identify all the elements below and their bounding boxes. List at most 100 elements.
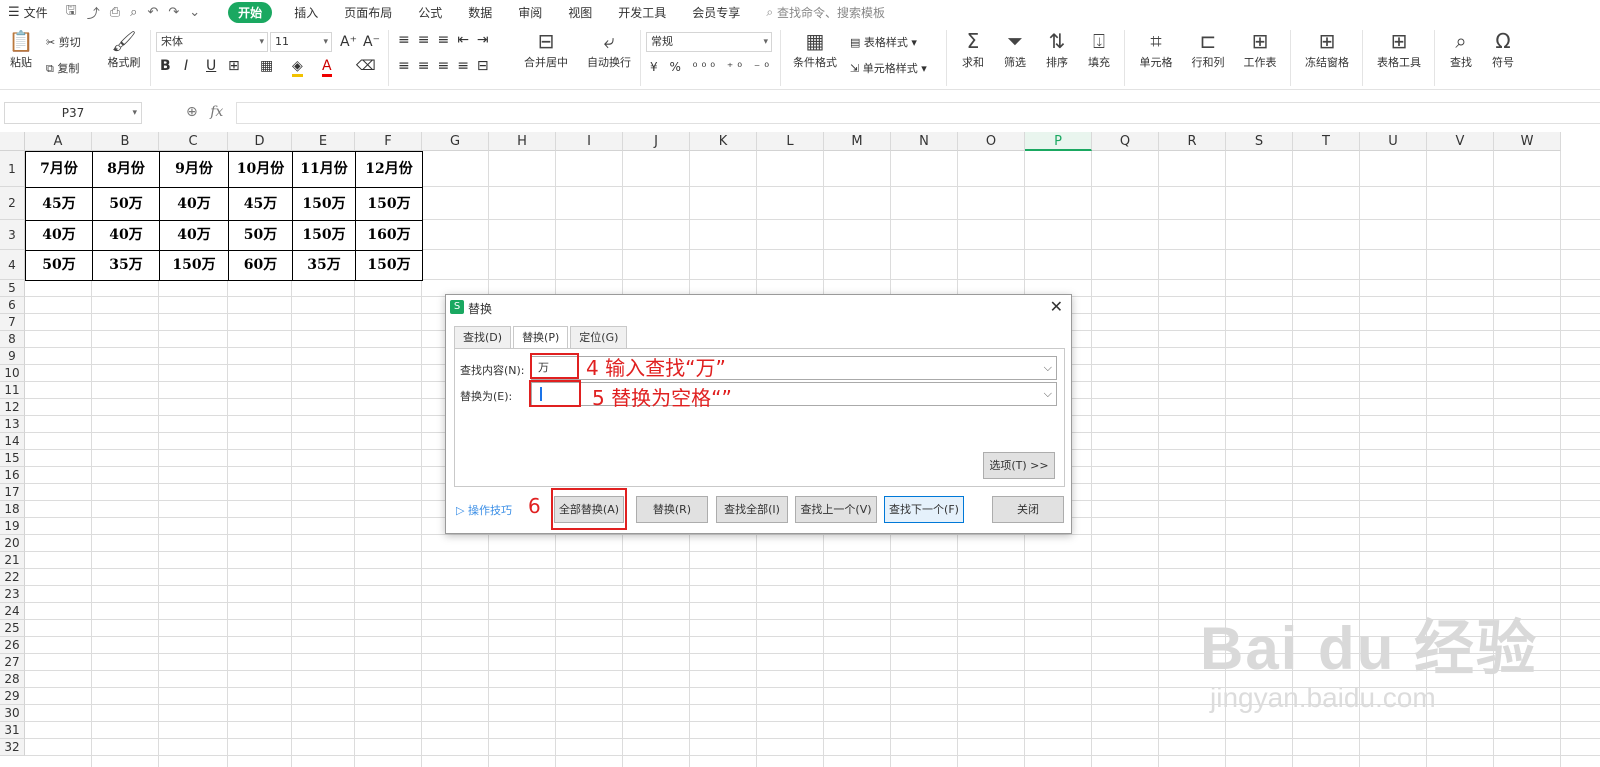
select-all-corner[interactable] xyxy=(0,132,25,151)
table-cell[interactable]: 50万 xyxy=(92,187,160,221)
row-header-25[interactable]: 25 xyxy=(0,620,25,637)
customize-icon[interactable]: ⌄ xyxy=(189,5,200,20)
row-header-8[interactable]: 8 xyxy=(0,331,25,348)
table-tools-button[interactable]: ⊞ 表格工具 xyxy=(1372,28,1426,70)
tab-goto[interactable]: 定位(G) xyxy=(570,326,628,348)
tips-link[interactable]: ▷ 操作技巧 xyxy=(456,502,512,518)
table-cell[interactable]: 35万 xyxy=(92,250,160,281)
row-header-3[interactable]: 3 xyxy=(0,220,25,250)
row-header-10[interactable]: 10 xyxy=(0,365,25,382)
table-cell[interactable]: 9月份 xyxy=(159,151,229,188)
freeze-panes-button[interactable]: ⊞ 冻结窗格 xyxy=(1300,28,1354,70)
column-header-m[interactable]: M xyxy=(824,132,891,151)
column-header-c[interactable]: C xyxy=(159,132,228,151)
symbol-button[interactable]: Ω 符号 xyxy=(1486,28,1520,70)
row-header-20[interactable]: 20 xyxy=(0,535,25,552)
number-format-icons[interactable]: ¥ % ⁰⁰⁰ ⁺⁰ ⁻⁰ xyxy=(650,60,773,74)
fill-pattern-icon[interactable]: ▦ xyxy=(260,58,273,74)
column-header-r[interactable]: R xyxy=(1159,132,1226,151)
align-bottom-row[interactable]: ≡≡≡≡⊟ xyxy=(398,58,497,74)
column-header-v[interactable]: V xyxy=(1427,132,1494,151)
table-cell[interactable]: 160万 xyxy=(355,220,423,251)
hamburger-icon[interactable]: ☰ xyxy=(8,5,20,20)
row-header-28[interactable]: 28 xyxy=(0,671,25,688)
row-header-21[interactable]: 21 xyxy=(0,552,25,569)
tab-view[interactable]: 视图 xyxy=(568,4,592,21)
tab-insert[interactable]: 插入 xyxy=(294,4,318,21)
column-header-j[interactable]: J xyxy=(623,132,690,151)
formula-input[interactable] xyxy=(236,102,1600,124)
tab-home[interactable]: 开始 xyxy=(228,1,273,23)
wrap-text-button[interactable]: ⤶ 自动换行 xyxy=(584,28,634,70)
fill-color-icon[interactable]: ◈ xyxy=(292,58,303,77)
tab-review[interactable]: 审阅 xyxy=(518,4,542,21)
column-header-e[interactable]: E xyxy=(292,132,355,151)
column-header-f[interactable]: F xyxy=(355,132,422,151)
row-header-12[interactable]: 12 xyxy=(0,399,25,416)
row-header-4[interactable]: 4 xyxy=(0,250,25,280)
column-header-q[interactable]: Q xyxy=(1092,132,1159,151)
tab-page-layout[interactable]: 页面布局 xyxy=(344,4,392,21)
bold-icon[interactable]: B xyxy=(160,58,171,74)
table-cell[interactable]: 35万 xyxy=(292,250,356,281)
row-header-19[interactable]: 19 xyxy=(0,518,25,535)
cut-button[interactable]: ✂ 剪切 xyxy=(46,34,81,50)
row-header-2[interactable]: 2 xyxy=(0,187,25,220)
column-header-k[interactable]: K xyxy=(690,132,757,151)
column-header-p[interactable]: P xyxy=(1025,132,1092,151)
row-header-26[interactable]: 26 xyxy=(0,637,25,654)
copy-button[interactable]: ⧉ 复制 xyxy=(46,60,79,76)
paste-button[interactable]: 📋 粘贴 xyxy=(6,28,36,70)
row-header-11[interactable]: 11 xyxy=(0,382,25,399)
menu-file[interactable]: 文件 xyxy=(24,4,48,21)
row-header-1[interactable]: 1 xyxy=(0,151,25,187)
close-button[interactable]: 关闭 xyxy=(992,496,1064,523)
tab-formulas[interactable]: 公式 xyxy=(418,4,442,21)
row-header-16[interactable]: 16 xyxy=(0,467,25,484)
table-cell[interactable]: 150万 xyxy=(159,250,229,281)
table-style-button[interactable]: ▤ 表格样式 ▾ xyxy=(850,34,917,50)
command-search[interactable]: ⌕ 查找命令、搜索模板 xyxy=(766,4,885,21)
table-cell[interactable]: 45万 xyxy=(228,187,293,221)
row-header-32[interactable]: 32 xyxy=(0,739,25,756)
column-header-o[interactable]: O xyxy=(958,132,1025,151)
column-header-g[interactable]: G xyxy=(422,132,489,151)
find-all-button[interactable]: 查找全部(I) xyxy=(716,496,788,523)
table-cell[interactable]: 150万 xyxy=(355,250,423,281)
row-header-18[interactable]: 18 xyxy=(0,501,25,518)
table-cell[interactable]: 50万 xyxy=(228,220,293,251)
save-icon[interactable]: 🖫 xyxy=(66,1,77,23)
row-header-13[interactable]: 13 xyxy=(0,416,25,433)
font-color-icon[interactable]: A xyxy=(322,58,332,77)
print-icon[interactable]: ⎙ xyxy=(110,5,120,20)
merge-center-button[interactable]: ⊟ 合并居中 xyxy=(520,28,572,70)
conditional-format-button[interactable]: ▦ 条件格式 xyxy=(788,28,842,70)
table-cell[interactable]: 50万 xyxy=(25,250,93,281)
font-size-select[interactable]: 11 xyxy=(270,32,332,52)
export-icon[interactable]: ⤴ xyxy=(87,3,100,22)
row-header-22[interactable]: 22 xyxy=(0,569,25,586)
undo-icon[interactable]: ↶ xyxy=(147,5,158,20)
column-header-n[interactable]: N xyxy=(891,132,958,151)
border-icon[interactable]: ⊞ xyxy=(228,58,240,74)
zoom-icon[interactable]: ⊕ xyxy=(186,104,198,120)
row-header-23[interactable]: 23 xyxy=(0,586,25,603)
row-header-7[interactable]: 7 xyxy=(0,314,25,331)
dialog-titlebar[interactable]: S 替换 ✕ xyxy=(446,295,1071,321)
filter-button[interactable]: ⏷ 筛选 xyxy=(998,28,1032,70)
column-header-l[interactable]: L xyxy=(757,132,824,151)
table-cell[interactable]: 40万 xyxy=(92,220,160,251)
row-header-30[interactable]: 30 xyxy=(0,705,25,722)
tab-developer[interactable]: 开发工具 xyxy=(618,4,666,21)
font-name-select[interactable]: 宋体 xyxy=(156,32,268,52)
row-header-24[interactable]: 24 xyxy=(0,603,25,620)
table-cell[interactable]: 40万 xyxy=(159,220,229,251)
column-header-s[interactable]: S xyxy=(1226,132,1293,151)
table-cell[interactable]: 150万 xyxy=(292,220,356,251)
column-header-t[interactable]: T xyxy=(1293,132,1360,151)
italic-icon[interactable]: I xyxy=(184,58,188,74)
cell-button[interactable]: ⌗ 单元格 xyxy=(1134,28,1178,70)
table-cell[interactable]: 10月份 xyxy=(228,151,293,188)
sort-button[interactable]: ⇅ 排序 xyxy=(1040,28,1074,70)
row-header-9[interactable]: 9 xyxy=(0,348,25,365)
